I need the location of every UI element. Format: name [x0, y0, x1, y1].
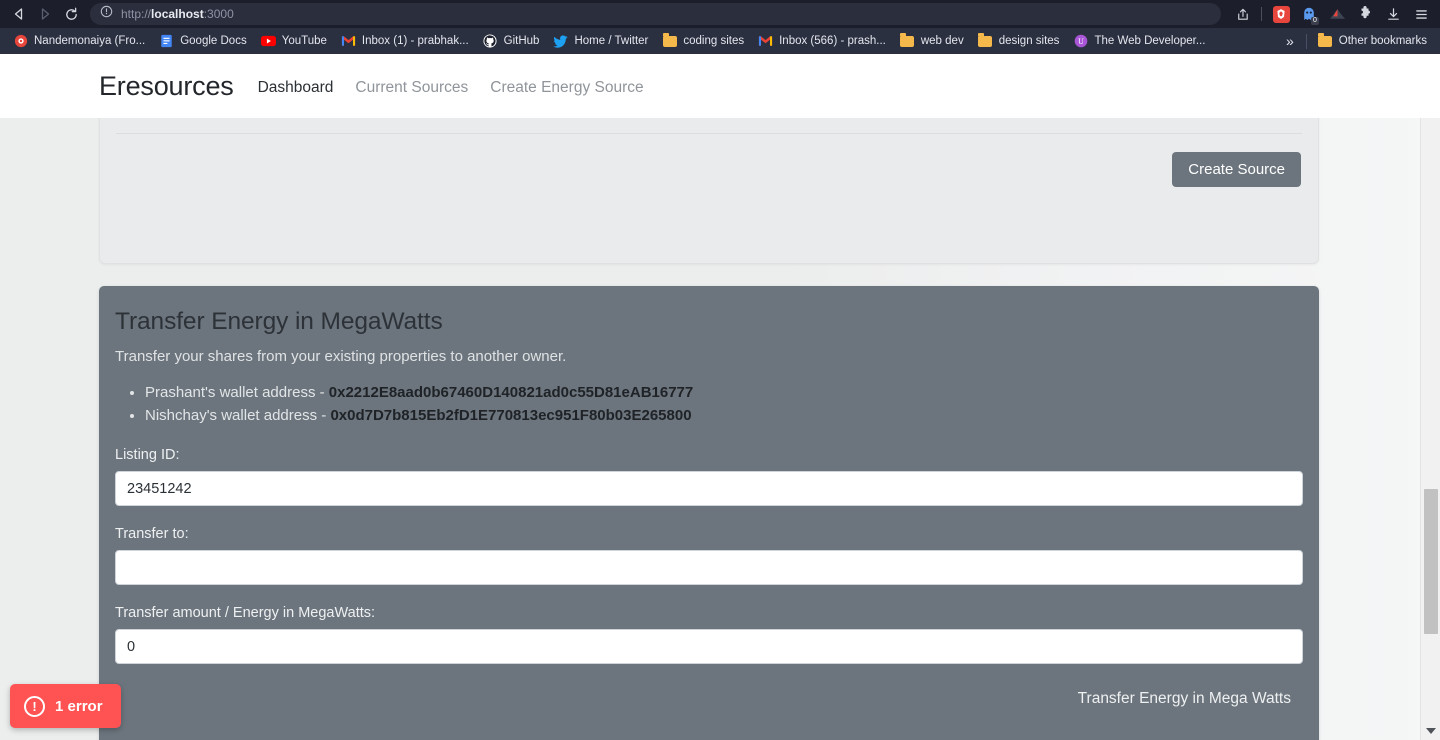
docs-icon: [159, 34, 174, 49]
listing-id-input[interactable]: [115, 471, 1303, 506]
bookmarks-divider: [1305, 33, 1307, 49]
github-icon: [483, 34, 498, 49]
create-source-button[interactable]: Create Source: [1172, 152, 1301, 187]
folder-icon: [662, 33, 677, 49]
listing-id-label: Listing ID:: [115, 447, 180, 463]
bookmark-label: The Web Developer...: [1094, 35, 1206, 47]
transfer-amount-input[interactable]: [115, 629, 1303, 664]
scroll-down-icon[interactable]: [1421, 722, 1440, 740]
bookmark-item[interactable]: Home / Twitter: [546, 30, 655, 52]
bookmark-item[interactable]: U The Web Developer...: [1066, 30, 1212, 52]
bookmark-label: design sites: [998, 35, 1060, 47]
error-toast[interactable]: ! 1 error: [10, 684, 121, 728]
nav-link-current-sources[interactable]: Current Sources: [355, 79, 468, 97]
share-icon[interactable]: [1229, 2, 1255, 26]
bookmark-folder[interactable]: web dev: [893, 30, 971, 52]
browser-menu-icon[interactable]: [1408, 2, 1434, 26]
wallet-address-value: 0x0d7D7b815Eb2fD1E770813ec951F80b03E2658…: [330, 407, 692, 424]
transfer-amount-label: Transfer amount / Energy in MegaWatts:: [115, 605, 376, 621]
create-source-card: Create Source: [99, 63, 1319, 264]
bookmark-item[interactable]: YouTube: [254, 30, 334, 52]
bookmark-folder[interactable]: design sites: [971, 30, 1067, 52]
twitter-icon: [553, 34, 568, 49]
gmail-icon: [758, 34, 773, 49]
wallet-owner-label: Nishchay's wallet address -: [145, 407, 331, 424]
error-count-label: 1 error: [55, 697, 103, 715]
brave-lion-glyph: [1272, 5, 1290, 23]
back-icon[interactable]: [6, 2, 32, 26]
wallet-owner-label: Prashant's wallet address -: [145, 384, 329, 401]
extensions-icon[interactable]: [1352, 2, 1378, 26]
bookmark-label: Home / Twitter: [574, 35, 649, 47]
transfer-to-input[interactable]: [115, 550, 1303, 585]
bookmark-label: Nandemonaiya (Fro...: [34, 35, 146, 47]
browser-chrome: http://localhost:3000 0 Nandemonaiya (Fr…: [0, 0, 1440, 54]
bookmark-label: coding sites: [683, 35, 745, 47]
folder-icon: [978, 33, 993, 49]
gmail-icon: [341, 34, 356, 49]
site-navbar: Eresources Dashboard Current Sources Cre…: [0, 54, 1420, 118]
other-bookmarks-label: Other bookmarks: [1338, 35, 1427, 47]
bookmarks-bar-right: » Other bookmarks: [1278, 30, 1434, 52]
toolbar-actions: 0: [1229, 2, 1434, 26]
page-viewport: Eresources Dashboard Current Sources Cre…: [0, 54, 1440, 740]
transfer-card-title: Transfer Energy in MegaWatts: [115, 308, 443, 335]
nav-link-create-energy-source[interactable]: Create Energy Source: [490, 79, 643, 97]
transfer-energy-button[interactable]: Transfer Energy in Mega Watts: [115, 690, 1303, 708]
bookmarks-overflow-icon[interactable]: »: [1278, 33, 1302, 49]
brave-rewards-icon[interactable]: [1324, 2, 1350, 26]
wallet-address-list: Prashant's wallet address - 0x2212E8aad0…: [115, 381, 1303, 427]
transfer-to-label: Transfer to:: [115, 526, 189, 542]
record-icon: [13, 34, 28, 49]
nav-link-dashboard[interactable]: Dashboard: [258, 79, 334, 97]
bookmark-label: GitHub: [503, 35, 540, 47]
folder-icon: [900, 33, 915, 49]
bookmark-item[interactable]: Inbox (1) - prabhak...: [334, 30, 476, 52]
scrollbar-top-mask: [1420, 54, 1440, 118]
bookmark-folder[interactable]: coding sites: [655, 30, 751, 52]
error-icon: !: [24, 695, 45, 717]
wallet-address-value: 0x2212E8aad0b67460D140821ad0c55D81eAB167…: [328, 384, 694, 401]
brave-shields-icon[interactable]: [1268, 2, 1294, 26]
bookmark-item[interactable]: Nandemonaiya (Fro...: [6, 30, 152, 52]
bookmark-label: Google Docs: [180, 35, 247, 47]
transfer-energy-card: Transfer Energy in MegaWatts Transfer yo…: [99, 286, 1319, 740]
transfer-card-subtitle: Transfer your shares from your existing …: [115, 348, 567, 365]
url-text: http://localhost:3000: [121, 7, 234, 21]
u-badge-icon: U: [1073, 34, 1088, 49]
other-bookmarks-folder[interactable]: Other bookmarks: [1311, 30, 1434, 52]
card-divider: [116, 133, 1302, 134]
bookmark-label: YouTube: [281, 35, 327, 47]
site-info-icon[interactable]: [100, 5, 113, 23]
browser-toolbar: http://localhost:3000 0: [0, 0, 1440, 28]
folder-icon: [1318, 33, 1333, 49]
profile-icon[interactable]: 0: [1296, 2, 1322, 26]
bookmark-item[interactable]: Google Docs: [152, 30, 253, 52]
list-item: Nishchay's wallet address - 0x0d7D7b815E…: [145, 404, 1303, 427]
toolbar-divider: [1261, 7, 1262, 21]
bookmark-label: Inbox (566) - prash...: [779, 35, 886, 47]
bookmarks-bar: Nandemonaiya (Fro... Google Docs YouTube…: [0, 28, 1440, 54]
scrollbar-thumb[interactable]: [1424, 489, 1438, 634]
list-item: Prashant's wallet address - 0x2212E8aad0…: [145, 381, 1303, 404]
downloads-icon[interactable]: [1380, 2, 1406, 26]
bookmark-label: web dev: [920, 35, 964, 47]
youtube-icon: [260, 34, 276, 49]
vertical-scrollbar[interactable]: [1420, 54, 1440, 740]
primary-nav: Dashboard Current Sources Create Energy …: [258, 75, 644, 97]
address-bar[interactable]: http://localhost:3000: [90, 3, 1221, 25]
bookmark-item[interactable]: GitHub: [476, 30, 547, 52]
brand-logo[interactable]: Eresources: [99, 71, 234, 102]
reload-icon[interactable]: [58, 2, 84, 26]
shields-count-badge: 0: [1311, 17, 1319, 25]
bookmark-item[interactable]: Inbox (566) - prash...: [751, 30, 893, 52]
bookmark-label: Inbox (1) - prabhak...: [361, 35, 469, 47]
forward-icon[interactable]: [32, 2, 58, 26]
svg-text:U: U: [1078, 37, 1084, 46]
